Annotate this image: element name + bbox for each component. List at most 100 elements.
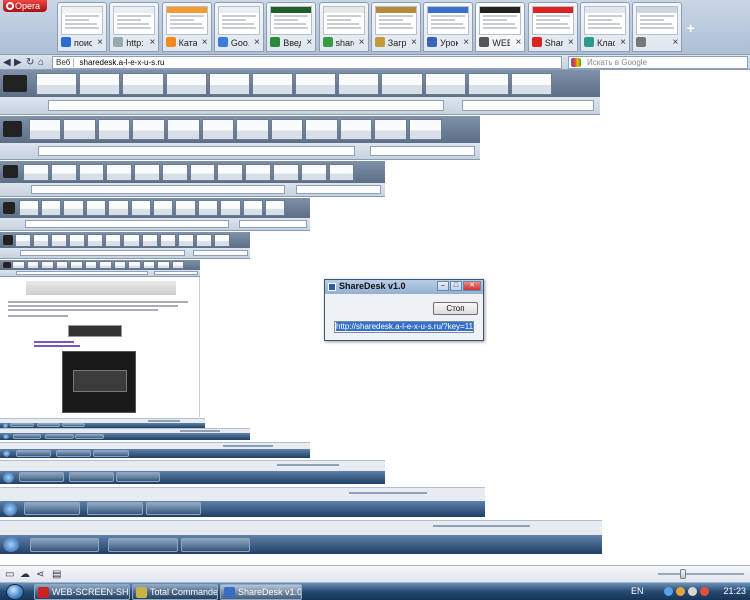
tab-close-icon[interactable]: × (97, 37, 103, 48)
tab-label: Введ... (283, 38, 301, 48)
nested-status-strip (0, 520, 602, 536)
network-icon[interactable] (664, 587, 673, 596)
zoom-slider-knob[interactable] (680, 569, 686, 579)
address-field[interactable]: Веб sharedesk.a-l-e-x-u-s.ru (52, 56, 562, 69)
text-line (8, 301, 188, 303)
opera-menu-button[interactable]: Opera (3, 0, 47, 12)
nested-browser-copy (0, 232, 250, 259)
browser-tab[interactable]: share... × (318, 2, 369, 52)
page-link[interactable] (34, 341, 74, 343)
cloud-icon[interactable]: ☁ (20, 569, 30, 580)
nested-tab (220, 200, 241, 216)
tab-close-icon[interactable]: × (149, 37, 155, 48)
close-button[interactable]: ✕ (463, 281, 481, 291)
browser-tab[interactable]: поис... × (57, 2, 107, 52)
tab-label: Клас... (597, 38, 615, 48)
tab-close-icon[interactable]: × (516, 37, 522, 48)
share-icon[interactable]: ⋖ (36, 569, 44, 580)
new-tab-button[interactable]: + (687, 20, 695, 36)
tab-close-icon[interactable]: × (254, 37, 260, 48)
thumbnail-header (480, 7, 521, 13)
browser-tab[interactable]: Урок... × (423, 2, 474, 52)
nested-tab (70, 261, 83, 269)
thumbnail-header (585, 7, 625, 13)
tab-close-icon[interactable]: × (359, 37, 365, 48)
browser-tab[interactable]: WEB... × (475, 2, 526, 52)
forward-arrow-icon[interactable]: ▶ (14, 56, 22, 69)
tab-favicon-icon (322, 37, 333, 47)
nested-browser-copy (0, 161, 385, 197)
maximize-button[interactable]: □ (450, 281, 462, 291)
nested-tab-thumbnails (12, 261, 184, 269)
thumbnail-header (323, 7, 364, 13)
minimize-button[interactable]: – (437, 281, 449, 291)
taskbar-button-sharedesk[interactable]: ShareDesk v1.0 (220, 584, 302, 600)
home-icon[interactable]: ⌂ (38, 56, 44, 69)
stop-button[interactable]: Стоп (433, 302, 478, 315)
nested-tab (18, 200, 39, 216)
search-field[interactable]: Искать в Google (568, 56, 748, 69)
back-arrow-icon[interactable]: ◀ (3, 56, 11, 69)
nested-taskbar-button (30, 537, 100, 552)
share-url-value: http://sharedesk.a-l-e-x-u-s.ru/?key=113 (336, 322, 473, 331)
nested-tab (272, 163, 299, 181)
tab-close-icon[interactable]: × (202, 37, 208, 48)
reload-icon[interactable]: ↻ (26, 56, 34, 69)
browser-tab[interactable]: Goo... × (213, 2, 264, 52)
browser-tab[interactable]: Shar... × (527, 2, 578, 52)
tab-thumbnail (322, 6, 365, 35)
nested-address-toolbar (0, 269, 200, 276)
volume-icon[interactable] (688, 587, 697, 596)
tab-favicon-icon (61, 37, 71, 47)
nested-address-field (20, 249, 185, 257)
address-toolbar: ◀ ▶ ↻ ⌂ Веб sharedesk.a-l-e-x-u-s.ru Иск… (0, 55, 750, 70)
browser-tab[interactable]: Введ... × (266, 2, 317, 52)
nested-tab (33, 233, 50, 247)
dialog-titlebar[interactable]: ShareDesk v1.0 – □ ✕ (325, 280, 483, 294)
taskbar-button-total-commander[interactable]: Total Commander 7.... (132, 584, 218, 600)
browser-tab[interactable]: Ката... × (161, 2, 212, 52)
taskbar-button-label: Total Commander 7.... (150, 587, 218, 597)
tab-close-icon[interactable]: × (411, 37, 417, 48)
taskbar-button-web-screenshot[interactable]: WEB-SCREEN-SHOT... (34, 584, 130, 600)
nested-tab (113, 261, 126, 269)
share-url-field[interactable]: http://sharedesk.a-l-e-x-u-s.ru/?key=113 (334, 321, 474, 333)
thumbnail-line (588, 19, 612, 21)
update-icon[interactable] (676, 587, 685, 596)
thumbnail-line (274, 27, 309, 29)
tab-close-icon[interactable]: × (672, 37, 678, 48)
nested-taskbar-copy (0, 428, 250, 440)
text-line (8, 309, 158, 311)
page-link[interactable] (34, 345, 80, 347)
browser-tab[interactable]: Клас... × (580, 2, 630, 52)
thumbnail-line (431, 19, 456, 21)
nested-start-icon (3, 471, 15, 483)
thumbnail-header (271, 7, 312, 13)
nested-taskbar-copy (0, 442, 310, 458)
browser-tab[interactable]: Загрузки × (370, 2, 421, 52)
zoom-slider[interactable] (658, 569, 744, 579)
tab-close-icon[interactable]: × (568, 37, 574, 48)
tab-favicon-icon (217, 37, 228, 47)
tab-close-icon[interactable]: × (620, 37, 626, 48)
nested-tab (36, 73, 78, 95)
nested-zoom-slider (277, 463, 339, 466)
tab-close-icon[interactable]: × (463, 37, 469, 48)
nested-tab (84, 261, 97, 269)
tab-favicon-icon (531, 37, 542, 47)
language-indicator[interactable]: EN (631, 586, 644, 596)
nested-tab (26, 261, 39, 269)
nested-search-field (296, 185, 382, 194)
page-icon[interactable]: ▤ (52, 569, 61, 580)
browser-tab[interactable]: × (632, 2, 683, 52)
nested-taskbar-button (55, 450, 92, 457)
nested-tab (106, 163, 133, 181)
nested-tab-strip (0, 116, 480, 143)
nested-tab (159, 233, 176, 247)
start-button[interactable] (6, 584, 24, 600)
nested-taskbar (0, 449, 310, 458)
app-tray-icon[interactable] (700, 587, 709, 596)
browser-tab[interactable]: http:... × (109, 2, 160, 52)
screen-icon[interactable]: ▭ (5, 569, 14, 580)
tab-close-icon[interactable]: × (306, 37, 312, 48)
